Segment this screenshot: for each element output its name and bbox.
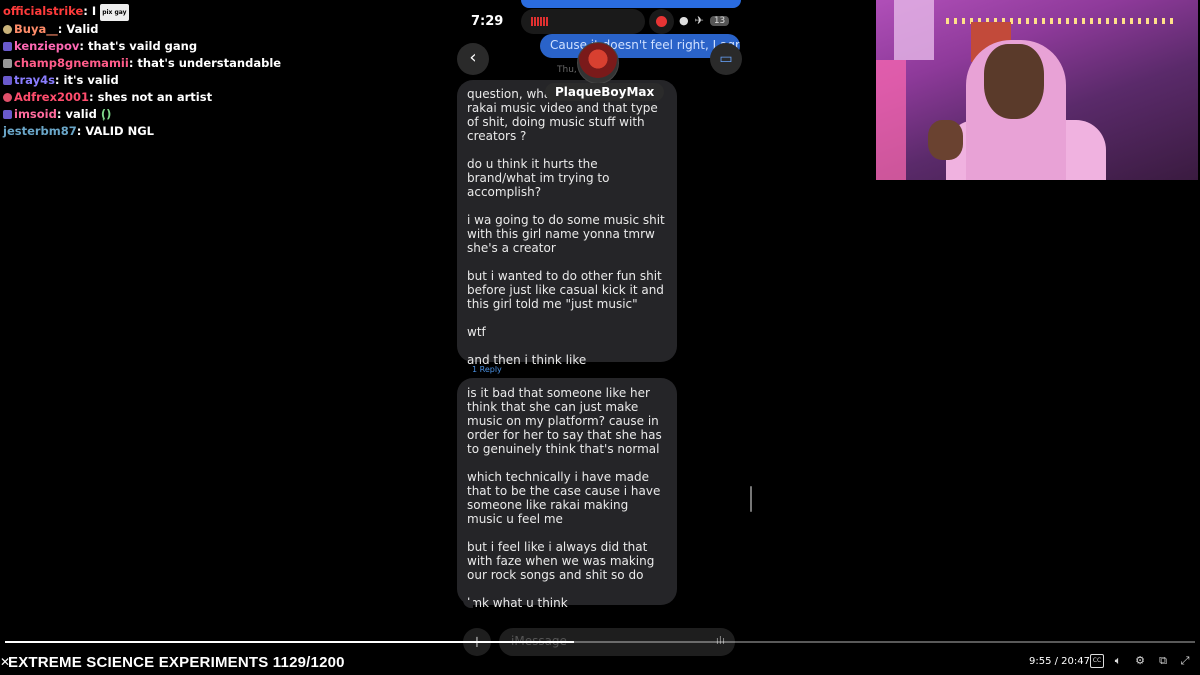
compose-row: + iMessage ılı xyxy=(463,628,743,658)
chat-separator: : xyxy=(89,90,98,104)
chat-text: shes not an artist xyxy=(97,90,213,104)
chat-message: Adfrex2001: shes not an artist xyxy=(3,89,303,106)
chat-text: it's valid xyxy=(63,73,119,87)
chat-text: that's vaild gang xyxy=(88,39,198,53)
chat-text: I xyxy=(91,4,97,18)
message-paragraph: i wa going to do some music shit with th… xyxy=(467,213,665,255)
phone-screen: 7:29 ● ✈ 13 Cause it doesn't feel right,… xyxy=(445,0,752,660)
message-paragraph: but i wanted to do other fun shit before… xyxy=(467,269,664,311)
settings-icon[interactable]: ⚙ xyxy=(1133,654,1147,668)
back-button[interactable]: ‹ xyxy=(457,43,489,75)
video-camera-icon: ▭ xyxy=(719,51,733,67)
chat-username[interactable]: officialstrike xyxy=(3,4,83,18)
message-paragraph: which technically i have made that to be… xyxy=(467,470,661,526)
chat-username[interactable]: jesterbm87 xyxy=(3,124,77,138)
chat-username[interactable]: Buya__ xyxy=(14,22,58,36)
chevron-left-icon: ‹ xyxy=(469,47,477,68)
record-icon xyxy=(649,9,674,34)
facetime-button[interactable]: ▭ xyxy=(710,43,742,75)
dot-icon: ● xyxy=(679,14,689,27)
sub-badge-icon xyxy=(3,42,12,51)
webcam-bed xyxy=(876,60,906,180)
gray-badge-icon xyxy=(3,59,12,68)
message-paragraph: but i feel like i always did that with f… xyxy=(467,540,655,582)
status-badge: 13 xyxy=(709,15,730,26)
reply-link[interactable]: 1 Reply xyxy=(472,365,502,374)
chat-message: champ8gnemamii: that's understandable xyxy=(3,55,303,72)
sub-badge-icon xyxy=(3,76,12,85)
chat-text: Valid xyxy=(66,22,99,36)
received-message-1[interactable]: question, what do u think of the rakai m… xyxy=(457,80,677,367)
webcam-person-hand xyxy=(928,120,963,160)
chat-message: Buya__: Valid xyxy=(3,21,303,38)
chat-username[interactable]: tray4s xyxy=(14,73,55,87)
chat-message: jesterbm87: VALID NGL xyxy=(3,123,303,140)
sent-bubble-top xyxy=(521,0,741,8)
chat-message: tray4s: it's valid xyxy=(3,72,303,89)
cc-icon[interactable]: CC xyxy=(1090,654,1104,668)
chat-message: imsoid: valid (ͅ) xyxy=(3,106,303,123)
chat-text: that's understandable xyxy=(137,56,282,70)
webcam-feed xyxy=(876,0,1198,180)
chat-username[interactable]: Adfrex2001 xyxy=(14,90,89,104)
chat-emote: (ͅ) xyxy=(100,107,112,121)
chat-username[interactable]: imsoid xyxy=(14,107,57,121)
chat-message: officialstrike: I pix gay xyxy=(3,3,303,21)
chat-separator: : xyxy=(79,39,88,53)
status-icons: ● ✈ 13 xyxy=(679,14,730,27)
chat-username[interactable]: champ8gnemamii xyxy=(14,56,129,70)
webcam-person-face xyxy=(984,44,1044,119)
message-paragraph: is it bad that someone like her think th… xyxy=(467,386,662,456)
sub-badge-icon xyxy=(3,110,12,119)
message-paragraph: lmk what u think xyxy=(467,596,568,610)
chat-emote: pix gay xyxy=(100,4,129,21)
chat-separator: : xyxy=(83,4,92,18)
avatar[interactable] xyxy=(577,42,619,84)
fullscreen-icon[interactable]: ⤢ xyxy=(1178,654,1192,668)
dynamic-island xyxy=(521,9,645,34)
volume-icon[interactable]: 🔈︎ xyxy=(1111,654,1125,668)
chat-username[interactable]: kenziepov xyxy=(14,39,79,53)
scroll-indicator[interactable] xyxy=(750,486,752,512)
time-display: 9:55 / 20:47 xyxy=(1029,656,1091,667)
received-message-2[interactable]: is it bad that someone like her think th… xyxy=(457,378,677,610)
contact-name[interactable]: PlaqueBoyMax xyxy=(545,83,665,101)
progress-bar[interactable] xyxy=(5,641,1195,643)
bubble-tail xyxy=(463,600,473,608)
chat-overlay: officialstrike: I pix gay Buya__: Valid ke… xyxy=(3,3,303,140)
message-paragraph: do u think it hurts the brand/what im tr… xyxy=(467,157,610,199)
date-label: Thu, xyxy=(557,65,577,75)
heart-badge-icon xyxy=(3,93,12,102)
chat-separator: : xyxy=(54,73,64,87)
webcam-window xyxy=(894,0,934,60)
ninja-badge-icon xyxy=(3,25,12,34)
message-paragraph: wtf xyxy=(467,325,486,339)
chat-text: VALID NGL xyxy=(85,124,154,138)
chat-text: valid xyxy=(65,107,97,121)
status-time: 7:29 xyxy=(471,14,504,29)
airplane-icon: ✈ xyxy=(694,14,704,27)
progress-fill xyxy=(5,641,574,643)
chat-message: kenziepov: that's vaild gang xyxy=(3,38,303,55)
audio-wave-icon xyxy=(531,17,549,26)
theater-icon[interactable]: ⧉ xyxy=(1156,654,1170,668)
stream-title: EXTREME SCIENCE EXPERIMENTS 1129/1200 xyxy=(8,654,345,671)
